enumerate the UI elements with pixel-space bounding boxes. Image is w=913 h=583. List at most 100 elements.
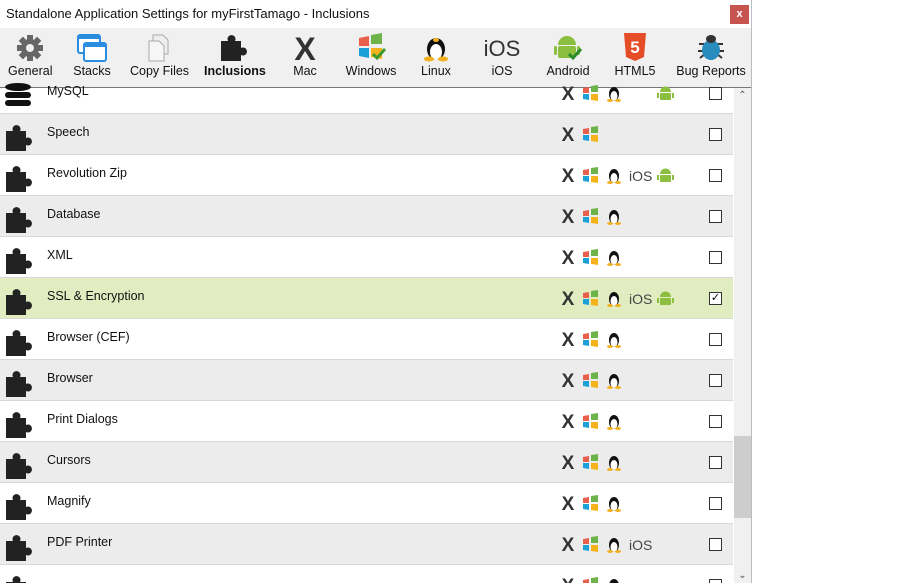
svg-text:X: X bbox=[562, 413, 575, 429]
inclusion-row[interactable]: Browser (CEF) X bbox=[0, 319, 733, 360]
mac-icon: X bbox=[560, 494, 576, 516]
mac-icon: X bbox=[560, 371, 576, 393]
inclusion-row[interactable]: Browser X bbox=[0, 360, 733, 401]
html5-icon: 5 bbox=[614, 28, 656, 62]
mac-icon: X bbox=[560, 330, 576, 352]
inclusion-row[interactable]: X bbox=[0, 565, 733, 583]
svg-text:X: X bbox=[562, 536, 575, 552]
bug-icon bbox=[676, 28, 746, 62]
linux-icon bbox=[607, 249, 621, 271]
inclusion-name: XML bbox=[47, 248, 73, 262]
linux-icon bbox=[607, 413, 621, 435]
svg-text:X: X bbox=[562, 290, 575, 306]
scroll-up-icon[interactable]: ⌃ bbox=[734, 90, 751, 101]
puzzle-icon bbox=[4, 286, 34, 321]
include-checkbox[interactable] bbox=[709, 579, 722, 583]
windows-icon bbox=[582, 249, 600, 270]
svg-text:X: X bbox=[562, 249, 575, 265]
inclusion-name: MySQL bbox=[47, 84, 89, 98]
mac-icon: X bbox=[560, 84, 576, 106]
puzzle-icon bbox=[4, 573, 34, 583]
puzzle-icon bbox=[4, 409, 34, 444]
include-checkbox[interactable] bbox=[709, 128, 722, 141]
stacks-icon bbox=[71, 28, 113, 62]
windows-icon bbox=[582, 413, 600, 434]
svg-text:X: X bbox=[562, 331, 575, 347]
linux-icon bbox=[607, 577, 621, 583]
close-button[interactable]: x bbox=[730, 5, 749, 24]
mac-icon: X bbox=[560, 453, 576, 475]
include-checkbox[interactable] bbox=[709, 210, 722, 223]
inclusion-row[interactable]: MySQL X bbox=[0, 73, 733, 114]
scrollbar[interactable]: ⌃ ⌄ bbox=[734, 88, 751, 583]
windows-icon bbox=[344, 28, 398, 62]
inclusion-row[interactable]: Magnify X bbox=[0, 483, 733, 524]
mac-icon: X bbox=[560, 248, 576, 270]
android-icon bbox=[657, 167, 674, 189]
ios-icon: iOS bbox=[629, 537, 653, 553]
inclusion-name: Magnify bbox=[47, 494, 91, 508]
puzzle-icon bbox=[4, 450, 34, 485]
scrollbar-thumb[interactable] bbox=[734, 436, 751, 518]
mac-icon: X bbox=[560, 166, 576, 188]
linux-icon bbox=[420, 28, 452, 62]
include-checkbox[interactable] bbox=[709, 497, 722, 510]
inclusion-name: SSL & Encryption bbox=[47, 289, 145, 303]
linux-icon bbox=[607, 167, 621, 189]
windows-icon bbox=[582, 290, 600, 311]
include-checkbox[interactable] bbox=[709, 87, 722, 100]
puzzle-icon bbox=[4, 368, 34, 403]
windows-icon bbox=[582, 536, 600, 557]
puzzle-icon bbox=[4, 491, 34, 526]
windows-icon bbox=[582, 372, 600, 393]
inclusion-row[interactable]: Print Dialogs X bbox=[0, 401, 733, 442]
include-checkbox[interactable] bbox=[709, 333, 722, 346]
inclusion-row[interactable]: SSL & Encryption XiOS ✓ bbox=[0, 278, 733, 319]
android-icon bbox=[657, 290, 674, 312]
ios-icon: iOS bbox=[629, 291, 653, 307]
ios-icon: iOS bbox=[629, 168, 653, 184]
inclusion-row[interactable]: Speech X bbox=[0, 114, 733, 155]
mac-icon: X bbox=[560, 125, 576, 147]
include-checkbox[interactable]: ✓ bbox=[709, 292, 722, 305]
include-checkbox[interactable] bbox=[709, 169, 722, 182]
include-checkbox[interactable] bbox=[709, 415, 722, 428]
linux-icon bbox=[607, 85, 621, 107]
include-checkbox[interactable] bbox=[709, 456, 722, 469]
inclusion-row[interactable]: Database X bbox=[0, 196, 733, 237]
mac-icon: X bbox=[560, 535, 576, 557]
scroll-down-icon[interactable]: ⌄ bbox=[734, 570, 751, 581]
linux-icon bbox=[607, 536, 621, 558]
inclusion-name: Revolution Zip bbox=[47, 166, 127, 180]
linux-icon bbox=[607, 331, 621, 353]
windows-icon bbox=[582, 85, 600, 106]
mac-icon: X bbox=[290, 28, 320, 62]
svg-text:X: X bbox=[562, 167, 575, 183]
windows-icon bbox=[582, 331, 600, 352]
linux-icon bbox=[607, 495, 621, 517]
windows-icon bbox=[582, 577, 600, 583]
inclusion-row[interactable]: PDF Printer XiOS bbox=[0, 524, 733, 565]
puzzle-icon bbox=[4, 163, 34, 198]
inclusion-name: PDF Printer bbox=[47, 535, 113, 549]
svg-text:X: X bbox=[562, 126, 575, 142]
include-checkbox[interactable] bbox=[709, 374, 722, 387]
ios-icon: iOS bbox=[483, 36, 521, 61]
windows-icon bbox=[582, 208, 600, 229]
include-checkbox[interactable] bbox=[709, 538, 722, 551]
android-icon bbox=[657, 85, 674, 107]
svg-text:X: X bbox=[562, 577, 575, 583]
linux-icon bbox=[607, 290, 621, 312]
inclusion-name: Database bbox=[47, 207, 101, 221]
settings-window: Standalone Application Settings for myFi… bbox=[0, 0, 752, 583]
window-title: Standalone Application Settings for myFi… bbox=[6, 6, 370, 21]
svg-text:X: X bbox=[562, 454, 575, 470]
inclusion-row[interactable]: Cursors X bbox=[0, 442, 733, 483]
android-icon bbox=[544, 28, 592, 62]
inclusion-name: Cursors bbox=[47, 453, 91, 467]
linux-icon bbox=[607, 372, 621, 394]
inclusion-row[interactable]: Revolution Zip XiOS bbox=[0, 155, 733, 196]
include-checkbox[interactable] bbox=[709, 251, 722, 264]
svg-text:5: 5 bbox=[630, 38, 639, 57]
inclusion-row[interactable]: XML X bbox=[0, 237, 733, 278]
